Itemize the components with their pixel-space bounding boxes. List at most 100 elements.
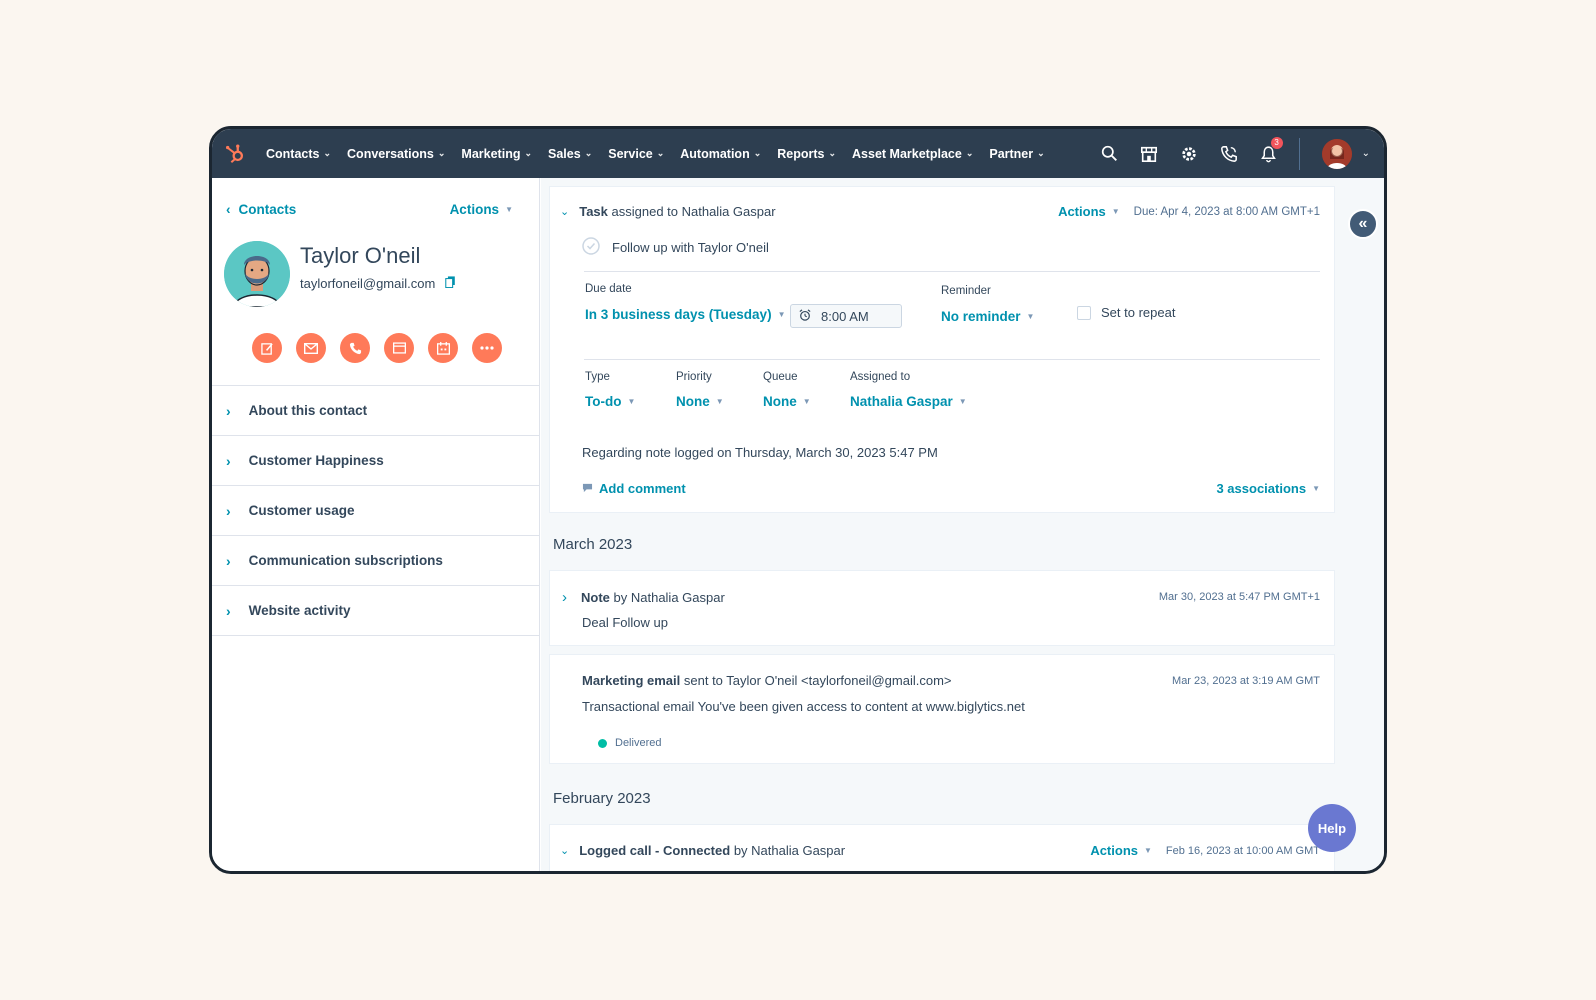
- task-header-right: Actions ▼ Due: Apr 4, 2023 at 8:00 AM GMT…: [1058, 204, 1320, 219]
- contact-name: Taylor O'neil: [300, 243, 421, 268]
- notification-badge: 3: [1270, 136, 1283, 149]
- call-action-button[interactable]: [340, 333, 370, 363]
- back-to-contacts-link[interactable]: ‹ Contacts: [226, 202, 296, 217]
- email-action-button[interactable]: [296, 333, 326, 363]
- nav-contacts[interactable]: Contacts ⌄: [266, 147, 331, 161]
- caret-down-icon: ▼: [715, 397, 724, 406]
- nav-reports[interactable]: Reports ⌄: [777, 147, 836, 161]
- chevron-down-icon: ⌄: [1037, 148, 1045, 158]
- section-label: Website activity: [248, 603, 351, 618]
- queue-select[interactable]: None ▼: [763, 394, 811, 409]
- associations-dropdown[interactable]: 3 associations ▼: [1216, 481, 1320, 496]
- section-communication-subscriptions[interactable]: › Communication subscriptions: [212, 536, 539, 586]
- comment-icon: [582, 481, 593, 496]
- chevron-down-icon: ⌄: [828, 148, 837, 158]
- status-dot-icon: [598, 738, 607, 748]
- section-customer-usage[interactable]: › Customer usage: [212, 486, 539, 536]
- section-label: Customer Happiness: [248, 453, 384, 468]
- repeat-toggle[interactable]: Set to repeat: [1077, 305, 1175, 320]
- type-select[interactable]: To-do ▼: [585, 394, 635, 409]
- section-label: Customer usage: [248, 503, 355, 518]
- help-label: Help: [1317, 820, 1347, 836]
- nav-marketing[interactable]: Marketing ⌄: [461, 147, 532, 161]
- queue-value: None: [763, 394, 797, 409]
- caret-down-icon: ▼: [627, 397, 636, 406]
- email-timestamp: Mar 23, 2023 at 3:19 AM GMT: [1172, 675, 1320, 687]
- caret-down-icon: ▼: [958, 397, 967, 406]
- nav-label: Marketing: [461, 146, 521, 161]
- repeat-label: Set to repeat: [1101, 305, 1176, 320]
- task-header: ⌄ Task assigned to Nathalia Gaspar: [560, 204, 776, 219]
- collapse-sidebar-button[interactable]: «: [1348, 209, 1378, 239]
- nav-label: Sales: [548, 146, 581, 161]
- chevron-right-icon: ›: [226, 602, 231, 619]
- actions-label: Actions: [449, 202, 500, 217]
- section-about-this-contact[interactable]: › About this contact: [212, 386, 539, 436]
- note-header: › Note by Nathalia Gaspar: [562, 589, 725, 606]
- note-type-word: Note: [581, 590, 610, 605]
- chevron-down-icon: ⌄: [437, 148, 446, 158]
- due-date-select[interactable]: In 3 business days (Tuesday) ▼: [585, 307, 785, 322]
- regarding-note-text: Regarding note logged on Thursday, March…: [582, 445, 938, 460]
- priority-select[interactable]: None ▼: [676, 394, 724, 409]
- chevron-down-icon: ⌄: [1361, 148, 1370, 159]
- search-icon[interactable]: [1101, 145, 1118, 162]
- contact-actions-dropdown[interactable]: Actions ▼: [450, 202, 513, 217]
- nav-label: Asset Marketplace: [852, 146, 962, 161]
- chevron-down-icon: ⌄: [323, 148, 332, 158]
- task-action-button[interactable]: [384, 333, 414, 363]
- sidebar-sections: › About this contact › Customer Happiness …: [212, 385, 539, 636]
- more-actions-button[interactable]: [472, 333, 502, 363]
- task-complete-checkbox[interactable]: [582, 237, 600, 258]
- app-window: Contacts ⌄ Conversations ⌄ Marketing ⌄ Sale…: [209, 126, 1387, 874]
- task-actions-dropdown[interactable]: Actions ▼: [1058, 204, 1120, 219]
- chevron-right-icon[interactable]: ›: [562, 589, 567, 606]
- nav-automation[interactable]: Automation ⌄: [680, 147, 761, 161]
- nav-label: Automation: [680, 146, 750, 161]
- note-card: › Note by Nathalia Gaspar Mar 30, 2023 a…: [549, 570, 1335, 646]
- meeting-action-button[interactable]: [428, 333, 458, 363]
- chevron-down-icon[interactable]: ⌄: [560, 844, 569, 857]
- month-heading: March 2023: [553, 536, 633, 553]
- assigned-to-select[interactable]: Nathalia Gaspar ▼: [850, 394, 967, 409]
- chevron-right-icon: ›: [226, 402, 231, 419]
- nav-service[interactable]: Service ⌄: [608, 147, 664, 161]
- caret-down-icon: ▼: [505, 205, 513, 214]
- contact-email-row: taylorfoneil@gmail.com: [300, 276, 456, 291]
- gear-icon[interactable]: [1180, 145, 1198, 163]
- note-action-button[interactable]: [252, 333, 282, 363]
- activity-timeline: ⌄ Task assigned to Nathalia Gaspar Actio…: [541, 178, 1384, 871]
- nav-asset-marketplace[interactable]: Asset Marketplace ⌄: [852, 147, 973, 161]
- copy-icon[interactable]: [445, 276, 456, 291]
- add-comment-button[interactable]: Add comment: [582, 481, 686, 496]
- nav-utility-icons: 3 ⌄: [1101, 129, 1370, 178]
- bell-icon[interactable]: 3: [1260, 136, 1283, 163]
- call-actions-dropdown[interactable]: Actions ▼: [1090, 843, 1152, 858]
- repeat-checkbox[interactable]: [1077, 305, 1091, 320]
- caret-down-icon: ▼: [1026, 312, 1035, 321]
- chevron-right-icon: ›: [226, 452, 231, 469]
- chevron-down-icon: ⌄: [656, 148, 665, 158]
- divider: [584, 359, 1320, 360]
- section-website-activity[interactable]: › Website activity: [212, 586, 539, 636]
- account-menu[interactable]: ⌄: [1321, 138, 1370, 169]
- reminder-select[interactable]: No reminder ▼: [941, 309, 1034, 324]
- note-body: Deal Follow up: [582, 615, 668, 630]
- email-header: Marketing email sent to Taylor O'neil <t…: [582, 673, 952, 688]
- nav-conversations[interactable]: Conversations ⌄: [347, 147, 445, 161]
- task-assigned-text: assigned to Nathalia Gaspar: [611, 204, 776, 219]
- help-button[interactable]: Help: [1308, 804, 1356, 852]
- chevron-right-icon: ›: [226, 502, 231, 519]
- hubspot-logo-icon[interactable]: [212, 143, 258, 165]
- task-title: Follow up with Taylor O'neil: [612, 240, 769, 255]
- calling-icon[interactable]: [1220, 145, 1238, 163]
- due-time-input[interactable]: 8:00 AM: [790, 304, 902, 328]
- marketplace-icon[interactable]: [1140, 145, 1158, 163]
- contact-quick-actions: [252, 333, 502, 363]
- chevron-right-icon: ›: [226, 552, 231, 569]
- chevron-left-icon: ‹: [226, 202, 231, 217]
- nav-sales[interactable]: Sales ⌄: [548, 147, 592, 161]
- chevron-down-icon[interactable]: ⌄: [560, 205, 569, 218]
- nav-partner[interactable]: Partner ⌄: [989, 147, 1044, 161]
- section-customer-happiness[interactable]: › Customer Happiness: [212, 436, 539, 486]
